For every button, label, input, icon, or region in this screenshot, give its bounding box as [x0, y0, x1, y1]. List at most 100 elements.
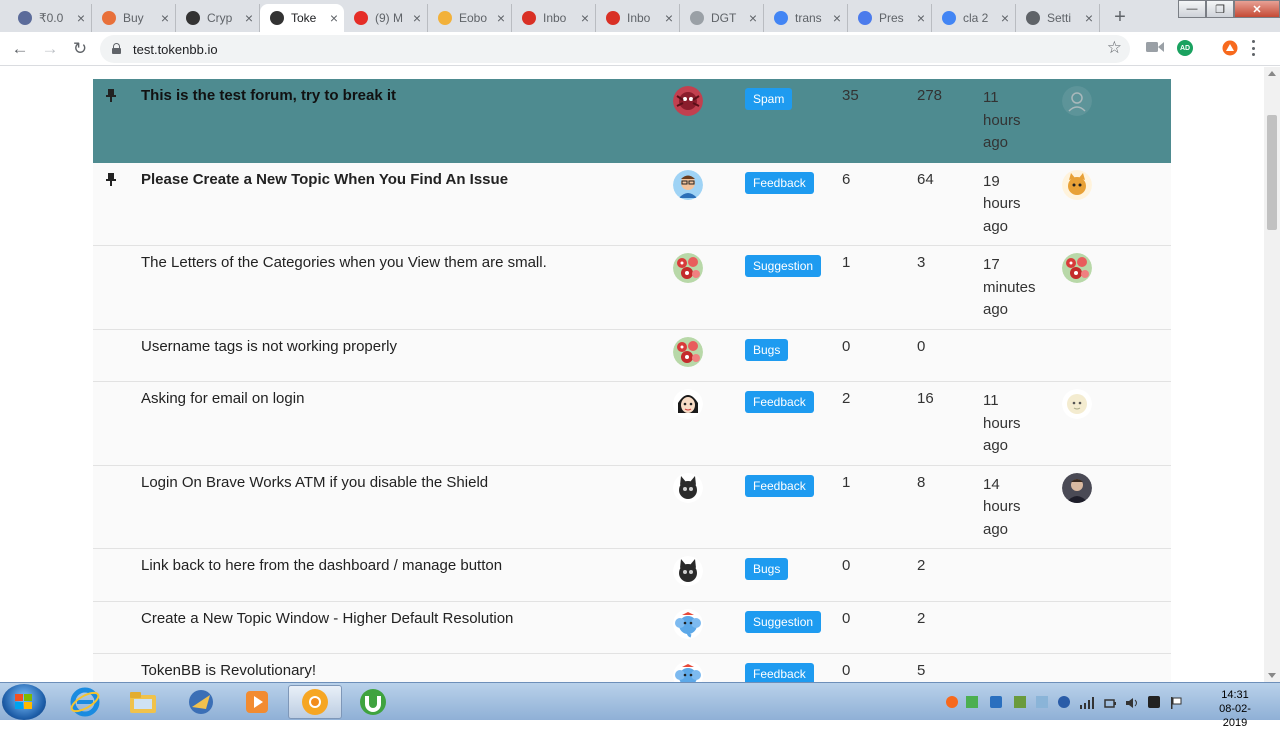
topic-row[interactable]: Username tags is not working properly Bug… — [93, 329, 1171, 382]
layers-tray-icon[interactable] — [1014, 696, 1026, 708]
topic-title-link[interactable]: Create a New Topic Window - Higher Defau… — [141, 610, 513, 627]
tab-close-icon[interactable]: × — [749, 10, 757, 26]
tray-device-icon[interactable] — [1148, 696, 1160, 708]
topic-row[interactable]: Asking for email on login Feedback 2 16 11 ho… — [93, 382, 1171, 466]
topic-title-link[interactable]: Link back to here from the dashboard / m… — [141, 557, 502, 574]
browser-tab[interactable]: trans × — [764, 4, 848, 32]
minimize-button[interactable]: — — [1178, 0, 1206, 18]
avast-tray-icon[interactable] — [946, 696, 958, 708]
topic-title-link[interactable]: TokenBB is Revolutionary! — [141, 662, 316, 679]
chrome-taskbar-button[interactable] — [288, 685, 342, 719]
browser-tab[interactable]: DGT × — [680, 4, 764, 32]
tab-close-icon[interactable]: × — [413, 10, 421, 26]
tab-close-icon[interactable]: × — [917, 10, 925, 26]
last-poster-flowers-avatar[interactable] — [1062, 253, 1092, 283]
browser-tab[interactable]: Setti × — [1016, 4, 1100, 32]
category-badge[interactable]: Suggestion — [745, 610, 822, 633]
power-icon[interactable] — [1104, 696, 1116, 708]
tab-close-icon[interactable]: × — [665, 10, 673, 26]
browser-tab[interactable]: cla 2 × — [932, 4, 1016, 32]
topic-row[interactable]: Please Create a New Topic When You Find … — [93, 162, 1171, 246]
file-explorer-icon[interactable] — [116, 685, 170, 719]
category-badge[interactable]: Feedback — [745, 171, 814, 194]
last-poster-man-photo-avatar[interactable] — [1062, 472, 1092, 503]
browser-tab[interactable]: Buy × — [92, 4, 176, 32]
topic-row[interactable]: Login On Brave Works ATM if you disable … — [93, 465, 1171, 549]
browser-tab[interactable]: Inbo × — [596, 4, 680, 32]
camera-icon[interactable] — [1146, 40, 1164, 54]
bookmark-star-icon[interactable]: ☆ — [1107, 38, 1122, 58]
browser-tab[interactable]: ₹0.0 × — [8, 4, 92, 32]
last-poster-cat-avatar[interactable] — [1062, 169, 1092, 200]
tray-app-icon[interactable] — [966, 696, 978, 708]
avast-extension-icon[interactable] — [1222, 40, 1238, 56]
man-glasses-avatar[interactable] — [673, 169, 703, 200]
category-badge[interactable]: Suggestion — [745, 255, 822, 277]
media-player-icon[interactable] — [230, 685, 284, 719]
category-badge[interactable]: Spam — [745, 88, 793, 110]
topic-row[interactable]: The Letters of the Categories when you V… — [93, 246, 1171, 330]
tab-close-icon[interactable]: × — [833, 10, 841, 26]
browser-tab[interactable]: Pres × — [848, 4, 932, 32]
topic-title-link[interactable]: The Letters of the Categories when you V… — [141, 254, 547, 271]
tab-close-icon[interactable]: × — [1001, 10, 1009, 26]
back-button[interactable]: ← — [8, 38, 32, 60]
browser-tab[interactable]: Cryp × — [176, 4, 260, 32]
volume-icon[interactable] — [1126, 696, 1138, 708]
close-window-button[interactable]: ✕ — [1234, 0, 1280, 18]
browser-tab[interactable]: Toke × — [260, 4, 344, 32]
black-cat-avatar[interactable] — [673, 472, 703, 503]
blue-elephant-avatar[interactable] — [673, 608, 703, 639]
category-badge[interactable]: Feedback — [745, 474, 814, 497]
reload-button[interactable]: ↻ — [68, 38, 92, 60]
topic-title-link[interactable]: Asking for email on login — [141, 390, 304, 407]
category-badge[interactable]: Feedback — [745, 391, 814, 413]
flowers-avatar[interactable] — [673, 336, 703, 367]
flowers-avatar[interactable] — [673, 253, 703, 283]
bluetooth-icon[interactable] — [1058, 696, 1070, 708]
tab-close-icon[interactable]: × — [497, 10, 505, 26]
black-cat-avatar[interactable] — [673, 556, 703, 586]
blue-elephant-avatar[interactable] — [673, 661, 703, 682]
signal-bars-icon[interactable] — [1080, 696, 1094, 709]
tab-close-icon[interactable]: × — [330, 10, 338, 26]
anime-girl-avatar[interactable] — [673, 389, 703, 419]
forward-button[interactable]: → — [38, 38, 62, 60]
adblock-extension-icon[interactable]: AD — [1177, 40, 1193, 56]
browser-tab[interactable]: (9) M × — [344, 4, 428, 32]
game-shortcut-icon[interactable] — [174, 685, 228, 719]
new-tab-button[interactable]: + — [1108, 6, 1132, 29]
tab-close-icon[interactable]: × — [581, 10, 589, 26]
internet-explorer-icon[interactable] — [58, 685, 112, 719]
topic-row[interactable]: This is the test forum, try to break it S… — [93, 79, 1171, 163]
spider-avatar[interactable] — [673, 86, 703, 116]
scrollbar-thumb[interactable] — [1267, 115, 1277, 230]
topic-row[interactable]: Link back to here from the dashboard / m… — [93, 549, 1171, 602]
scroll-down-arrow-icon[interactable] — [1268, 673, 1276, 678]
tab-close-icon[interactable]: × — [161, 10, 169, 26]
start-button[interactable] — [2, 684, 46, 720]
utorrent-icon[interactable] — [346, 685, 400, 719]
topic-title-link[interactable]: This is the test forum, try to break it — [141, 87, 396, 104]
browser-tab[interactable]: Inbo × — [512, 4, 596, 32]
category-badge[interactable]: Feedback — [745, 663, 814, 682]
tab-close-icon[interactable]: × — [1085, 10, 1093, 26]
category-badge[interactable]: Bugs — [745, 558, 789, 580]
network-device-icon[interactable] — [1036, 696, 1048, 708]
topic-title-link[interactable]: Login On Brave Works ATM if you disable … — [141, 474, 488, 491]
scroll-up-arrow-icon[interactable] — [1268, 71, 1276, 76]
browser-tab[interactable]: Eobo × — [428, 4, 512, 32]
shield-tray-icon[interactable] — [990, 696, 1002, 708]
last-poster-faded-avatar[interactable] — [1062, 86, 1092, 116]
topic-row[interactable]: Create a New Topic Window - Higher Defau… — [93, 601, 1171, 654]
menu-dots-icon[interactable] — [1250, 40, 1256, 56]
vertical-scrollbar[interactable] — [1264, 67, 1280, 682]
tab-close-icon[interactable]: × — [77, 10, 85, 26]
action-center-flag-icon[interactable] — [1170, 696, 1182, 709]
tab-close-icon[interactable]: × — [245, 10, 253, 26]
taskbar-clock[interactable]: 14:31 08-02-2019 — [1207, 688, 1263, 730]
topic-title-link[interactable]: Username tags is not working properly — [141, 338, 397, 355]
last-poster-sheep-avatar[interactable] — [1062, 389, 1092, 419]
address-bar[interactable]: test.tokenbb.io ☆ — [100, 35, 1130, 63]
category-badge[interactable]: Bugs — [745, 338, 789, 361]
